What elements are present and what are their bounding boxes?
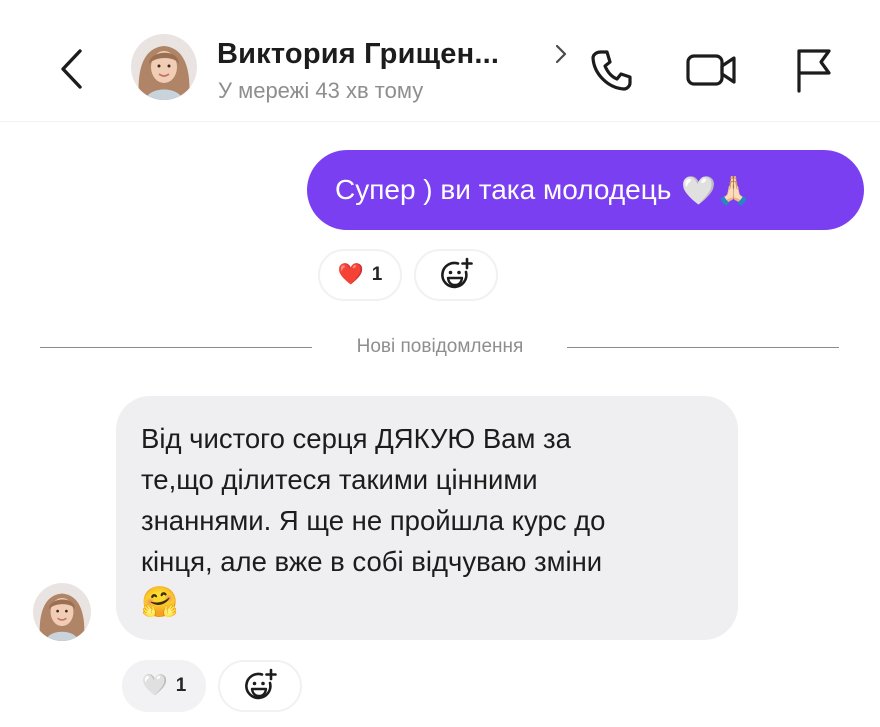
- add-reaction-icon: [245, 668, 277, 700]
- outgoing-message-bubble[interactable]: Супер ) ви така молодець 🤍🙏🏻: [307, 150, 864, 230]
- back-button[interactable]: [50, 44, 94, 94]
- message-emoji: 🤍🙏🏻: [681, 174, 752, 206]
- incoming-message-bubble[interactable]: Від чистого серця ДЯКУЮ Вам за те,що діл…: [116, 396, 738, 640]
- reaction-white-heart[interactable]: 🤍 1: [122, 660, 206, 712]
- flag-icon: [797, 49, 831, 93]
- reaction-count: 1: [175, 675, 187, 696]
- message-line: Від чистого серця ДЯКУЮ Вам за: [141, 423, 571, 454]
- video-call-button[interactable]: [684, 42, 740, 98]
- add-reaction-icon: [441, 257, 473, 289]
- call-button[interactable]: [583, 42, 639, 98]
- heart-reaction-icon: ❤️: [337, 263, 364, 286]
- add-reaction-button[interactable]: [218, 660, 302, 712]
- divider-line-right: [567, 347, 839, 348]
- report-button[interactable]: [785, 42, 841, 98]
- chevron-right-icon[interactable]: [552, 42, 570, 66]
- chat-header: Виктория Грищен... У мережі 43 хв тому: [0, 0, 880, 122]
- message-text: Супер ) ви така молодець: [335, 174, 672, 205]
- message-line: знаннями. Я ще не пройшла курс до: [141, 505, 606, 536]
- back-chevron-icon: [61, 49, 82, 89]
- sender-avatar[interactable]: [33, 583, 91, 641]
- message-line: кінця, але вже в собі відчуваю зміни: [141, 546, 603, 577]
- contact-name[interactable]: Виктория Грищен...: [217, 38, 499, 71]
- reaction-heart[interactable]: ❤️ 1: [318, 249, 402, 301]
- message-line: те,що ділитеся такими цінними: [141, 464, 538, 495]
- contact-avatar[interactable]: [131, 34, 197, 100]
- online-status: У мережі 43 хв тому: [218, 78, 424, 103]
- phone-icon: [591, 50, 632, 91]
- white-heart-reaction-icon: 🤍: [141, 674, 168, 697]
- reaction-count: 1: [371, 264, 383, 285]
- add-reaction-button[interactable]: [414, 249, 498, 301]
- video-camera-icon: [686, 54, 736, 86]
- message-emoji: 🤗: [141, 586, 179, 619]
